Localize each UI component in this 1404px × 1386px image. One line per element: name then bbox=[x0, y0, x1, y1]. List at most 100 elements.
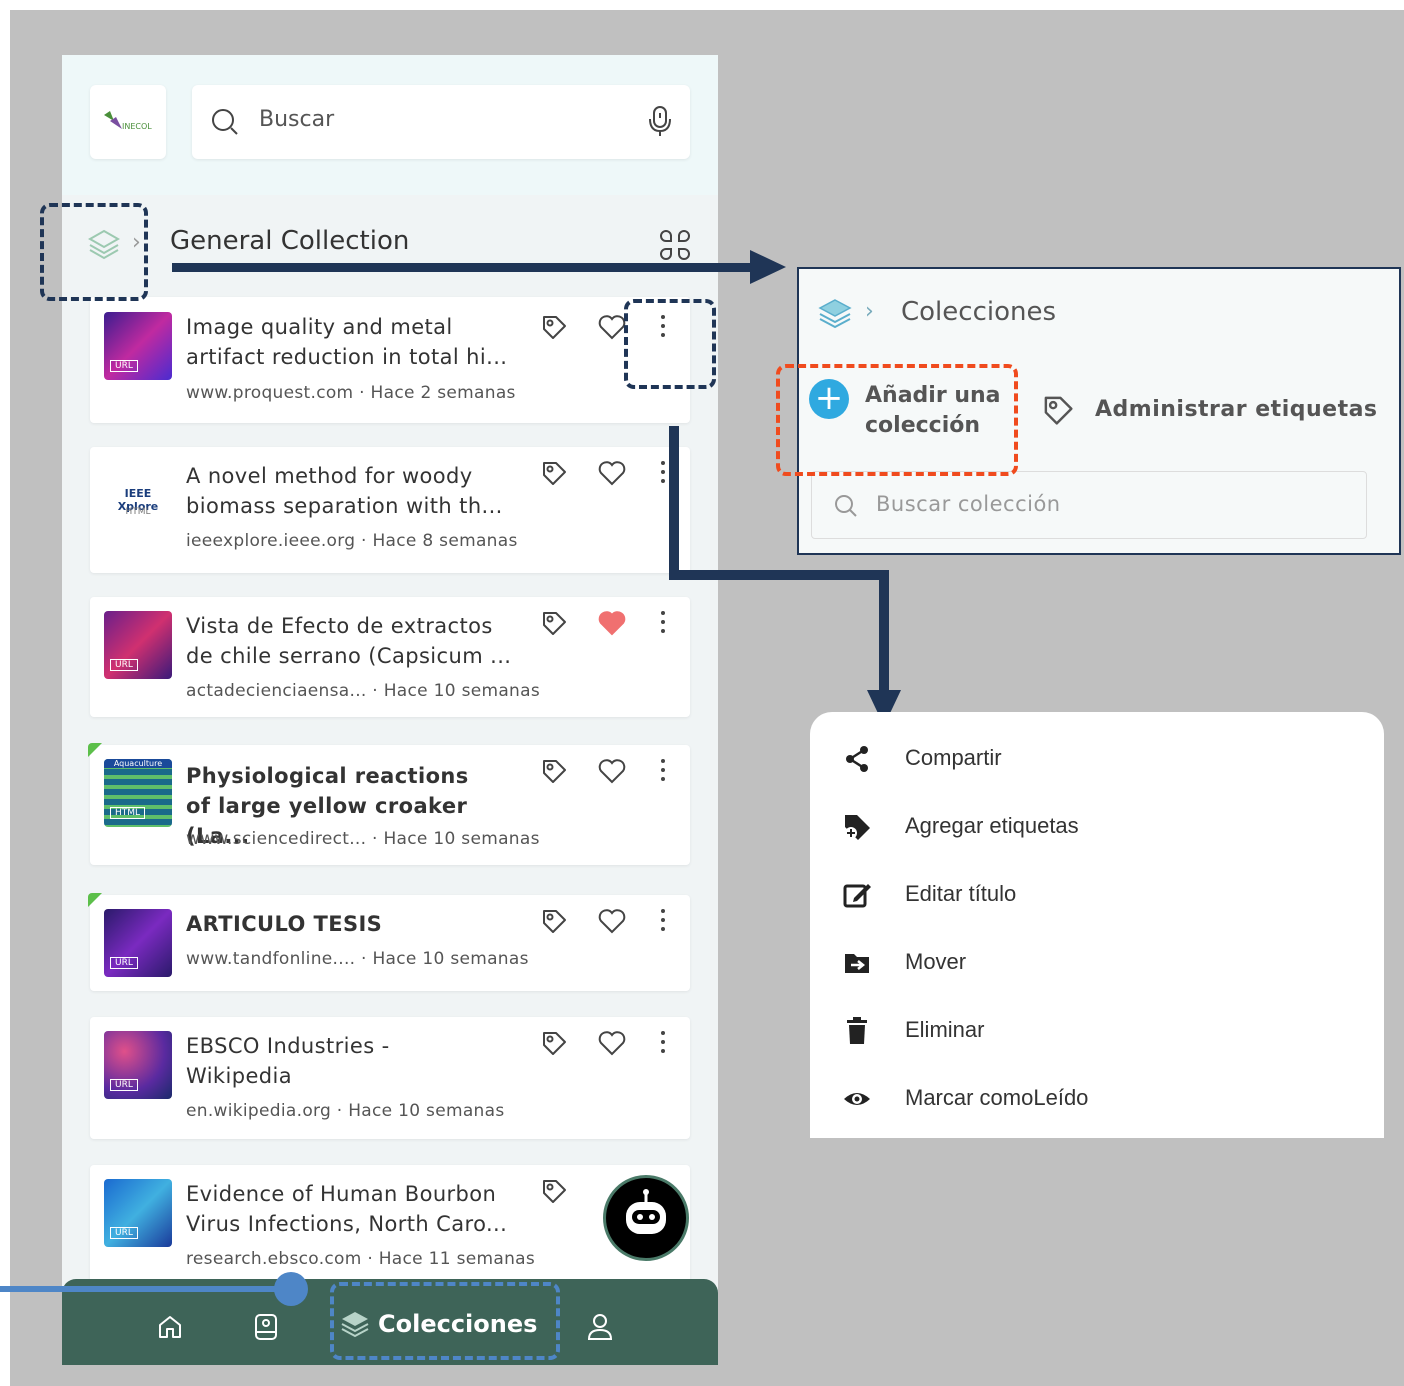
tag-icon[interactable] bbox=[540, 609, 568, 637]
app-logo[interactable]: INECOL bbox=[90, 85, 166, 159]
menu-item-add-tags[interactable]: Agregar etiquetas bbox=[810, 796, 1384, 856]
arrow-horizontal-segment bbox=[669, 570, 889, 580]
thumbnail: URL bbox=[104, 1031, 172, 1099]
thumbnail-type: URL bbox=[110, 659, 138, 671]
tag-icon[interactable] bbox=[540, 313, 568, 341]
search-icon bbox=[835, 495, 857, 517]
item-title[interactable]: Evidence of Human Bourbon Virus Infection… bbox=[186, 1179, 536, 1239]
item-meta: actadecienciaensa... · Hace 10 semanas bbox=[186, 681, 541, 701]
item-meta: www.tandfonline.... · Hace 10 semanas bbox=[186, 949, 529, 969]
item-title[interactable]: A novel method for woody biomass separati… bbox=[186, 461, 536, 521]
tag-icon[interactable] bbox=[540, 757, 568, 785]
list-item[interactable]: URL EBSCO Industries - Wikipedia en.wikip… bbox=[90, 1017, 690, 1139]
add-tag-icon bbox=[845, 815, 870, 840]
thumbnail: URL bbox=[104, 611, 172, 679]
thumbnail: URL bbox=[104, 1179, 172, 1247]
new-indicator bbox=[88, 743, 102, 757]
heart-icon[interactable] bbox=[598, 314, 626, 340]
arrow-to-menu bbox=[879, 570, 889, 694]
item-title[interactable]: EBSCO Industries - Wikipedia bbox=[186, 1031, 536, 1091]
arrow-to-collections-panel bbox=[172, 263, 752, 272]
heart-icon[interactable] bbox=[598, 908, 626, 934]
page-title: General Collection bbox=[170, 226, 410, 256]
tag-icon[interactable] bbox=[540, 1177, 568, 1205]
move-folder-icon bbox=[845, 954, 869, 973]
chatbot-button[interactable] bbox=[603, 1175, 689, 1261]
search-bar[interactable]: Buscar bbox=[192, 85, 690, 159]
item-meta: research.ebsco.com · Hace 11 semanas bbox=[186, 1249, 536, 1269]
item-title[interactable]: ARTICULO TESIS bbox=[186, 909, 536, 939]
search-icon bbox=[212, 109, 238, 135]
search-input[interactable]: Buscar bbox=[259, 107, 334, 132]
heart-icon[interactable] bbox=[598, 1030, 626, 1056]
list-item[interactable]: URL Evidence of Human Bourbon Virus Infec… bbox=[90, 1165, 690, 1285]
eye-icon bbox=[844, 1093, 870, 1105]
more-options-icon[interactable] bbox=[658, 909, 668, 936]
nav-pointer-dot bbox=[274, 1272, 308, 1306]
item-title[interactable]: Image quality and metal artifact reductio… bbox=[186, 312, 536, 372]
thumbnail: URL bbox=[104, 909, 172, 977]
list-item[interactable]: URL ARTICULO TESIS www.tandfonline.... ·… bbox=[88, 893, 690, 991]
tag-icon[interactable] bbox=[540, 459, 568, 487]
thumbnail: Aquaculture HTML bbox=[104, 759, 172, 827]
layers-icon[interactable] bbox=[817, 297, 853, 331]
reader-icon[interactable] bbox=[252, 1312, 280, 1342]
tag-icon[interactable] bbox=[540, 907, 568, 935]
heart-icon[interactable] bbox=[598, 758, 626, 784]
item-title[interactable]: Vista de Efecto de extractos de chile ser… bbox=[186, 611, 536, 671]
item-meta: en.wikipedia.org · Hace 10 semanas bbox=[186, 1101, 505, 1121]
arrow-down-segment bbox=[669, 426, 679, 580]
view-grid-icon[interactable] bbox=[658, 228, 692, 262]
list-item[interactable]: URL Image quality and metal artifact redu… bbox=[90, 297, 690, 423]
microphone-icon[interactable] bbox=[648, 105, 672, 137]
phone-screen: INECOL Buscar › General Collection URL I… bbox=[62, 55, 718, 1365]
menu-item-delete[interactable]: Eliminar bbox=[810, 1000, 1384, 1060]
item-meta: www.proquest.com · Hace 2 semanas bbox=[186, 383, 516, 403]
collection-search-input[interactable]: Buscar colección bbox=[811, 471, 1367, 539]
highlight-more-options bbox=[624, 299, 716, 389]
highlight-add-collection bbox=[776, 364, 1018, 476]
collections-title: Colecciones bbox=[901, 297, 1057, 327]
home-icon[interactable] bbox=[156, 1313, 184, 1341]
list-item[interactable]: URL Vista de Efecto de extractos de chile… bbox=[90, 597, 690, 717]
hummingbird-icon: INECOL bbox=[104, 111, 152, 131]
robot-icon bbox=[626, 1189, 666, 1234]
more-options-icon[interactable] bbox=[658, 611, 668, 638]
thumbnail-type: URL bbox=[110, 957, 138, 969]
edit-icon bbox=[843, 884, 871, 908]
tag-icon[interactable] bbox=[1041, 393, 1075, 427]
highlight-collections-tab bbox=[330, 1282, 560, 1360]
share-icon bbox=[846, 746, 868, 772]
item-meta: ieeexplore.ieee.org · Hace 8 semanas bbox=[186, 531, 518, 551]
thumbnail-type: URL bbox=[110, 1079, 138, 1091]
menu-item-share[interactable]: Compartir bbox=[810, 728, 1384, 788]
item-meta: www.sciencedirect... · Hace 10 semanas bbox=[186, 829, 540, 849]
chevron-right-icon: › bbox=[865, 299, 874, 324]
context-menu: Compartir Agregar etiquetas Editar títul… bbox=[810, 712, 1384, 1138]
heart-icon[interactable] bbox=[598, 460, 626, 486]
thumbnail: IEEE Xplore HTML bbox=[104, 469, 172, 537]
tag-icon[interactable] bbox=[540, 1029, 568, 1057]
thumbnail-type: HTML bbox=[110, 807, 146, 819]
highlight-layers-button bbox=[40, 203, 148, 301]
manage-tags-button[interactable]: Administrar etiquetas bbox=[1095, 397, 1378, 422]
more-options-icon[interactable] bbox=[658, 759, 668, 786]
menu-item-mark-read[interactable]: Marcar comoLeído bbox=[810, 1068, 1384, 1128]
more-options-icon[interactable] bbox=[658, 461, 668, 488]
thumbnail-type: URL bbox=[110, 360, 138, 372]
more-options-icon[interactable] bbox=[658, 1031, 668, 1058]
menu-item-edit-title[interactable]: Editar título bbox=[810, 864, 1384, 924]
thumbnail-type: URL bbox=[110, 1227, 138, 1239]
trash-icon bbox=[847, 1017, 867, 1044]
list-item[interactable]: Aquaculture HTML Physiological reactions… bbox=[88, 743, 690, 865]
user-icon[interactable] bbox=[586, 1312, 614, 1342]
menu-item-move[interactable]: Mover bbox=[810, 932, 1384, 992]
arrowhead-right bbox=[750, 250, 786, 284]
list-item[interactable]: IEEE Xplore HTML A novel method for wood… bbox=[90, 447, 690, 573]
logo-text: INECOL bbox=[122, 122, 152, 131]
heart-filled-icon[interactable] bbox=[598, 610, 626, 636]
thumbnail: URL bbox=[104, 312, 172, 380]
collection-search-placeholder: Buscar colección bbox=[876, 492, 1061, 516]
new-indicator bbox=[88, 893, 102, 907]
nav-pointer-line bbox=[0, 1286, 290, 1292]
